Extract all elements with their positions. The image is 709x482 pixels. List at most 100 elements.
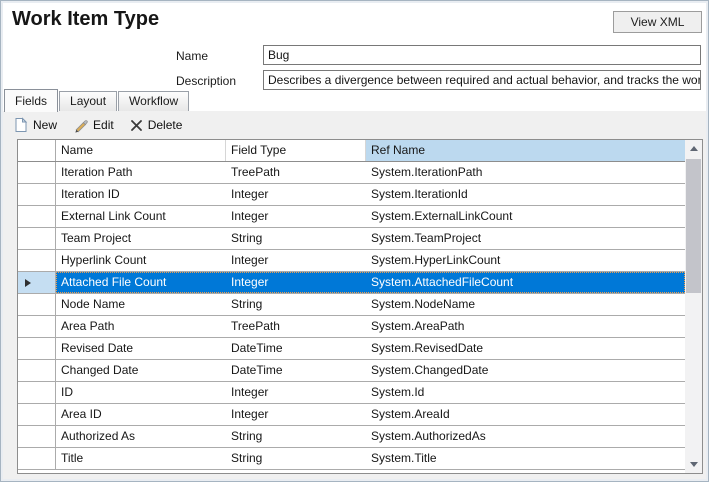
- row-header-cell[interactable]: [18, 316, 56, 337]
- field-type-cell[interactable]: TreePath: [226, 162, 366, 183]
- field-row[interactable]: Area Path TreePath System.AreaPath: [18, 316, 685, 338]
- row-cells: External Link Count Integer System.Exter…: [56, 206, 685, 227]
- field-ref-name-cell[interactable]: System.Id: [366, 382, 685, 403]
- name-input[interactable]: Bug: [263, 45, 701, 65]
- field-name-cell[interactable]: Authorized As: [56, 426, 226, 447]
- field-type-cell[interactable]: TreePath: [226, 316, 366, 337]
- field-row[interactable]: External Link Count Integer System.Exter…: [18, 206, 685, 228]
- row-cells: Changed Date DateTime System.ChangedDate: [56, 360, 685, 381]
- description-input[interactable]: Describes a divergence between required …: [263, 70, 701, 90]
- row-cells: Title String System.Title: [56, 448, 685, 469]
- new-document-icon: [14, 117, 28, 133]
- field-type-cell[interactable]: Integer: [226, 382, 366, 403]
- field-name-cell[interactable]: Title: [56, 448, 226, 469]
- scrollbar-thumb[interactable]: [686, 159, 701, 293]
- row-cells: Iteration Path TreePath System.Iteration…: [56, 162, 685, 183]
- field-row[interactable]: Iteration ID Integer System.IterationId: [18, 184, 685, 206]
- field-name-cell[interactable]: External Link Count: [56, 206, 226, 227]
- scroll-down-arrow[interactable]: [685, 456, 702, 473]
- field-ref-name-cell[interactable]: System.NodeName: [366, 294, 685, 315]
- field-name-cell[interactable]: Changed Date: [56, 360, 226, 381]
- field-name-cell[interactable]: Area Path: [56, 316, 226, 337]
- field-row[interactable]: Area ID Integer System.AreaId: [18, 404, 685, 426]
- field-name-cell[interactable]: Attached File Count: [56, 272, 226, 293]
- row-header-cell[interactable]: [18, 184, 56, 205]
- field-type-cell[interactable]: Integer: [226, 404, 366, 425]
- field-row[interactable]: ID Integer System.Id: [18, 382, 685, 404]
- field-row[interactable]: Revised Date DateTime System.RevisedDate: [18, 338, 685, 360]
- field-ref-name-cell[interactable]: System.Title: [366, 448, 685, 469]
- field-name-cell[interactable]: Iteration ID: [56, 184, 226, 205]
- field-name-cell[interactable]: Team Project: [56, 228, 226, 249]
- scroll-up-arrow[interactable]: [685, 140, 702, 157]
- row-header-cell[interactable]: [18, 228, 56, 249]
- row-cells: Node Name String System.NodeName: [56, 294, 685, 315]
- edit-pencil-icon: [73, 118, 88, 133]
- vertical-scrollbar[interactable]: [685, 140, 702, 473]
- field-ref-name-cell[interactable]: System.AreaId: [366, 404, 685, 425]
- field-row[interactable]: Team Project String System.TeamProject: [18, 228, 685, 250]
- field-ref-name-cell[interactable]: System.IterationPath: [366, 162, 685, 183]
- tab-fields[interactable]: Fields: [4, 89, 58, 112]
- new-button[interactable]: New: [11, 116, 60, 134]
- field-row[interactable]: Attached File Count Integer System.Attac…: [18, 272, 685, 294]
- delete-button[interactable]: Delete: [127, 117, 186, 133]
- field-ref-name-cell[interactable]: System.AuthorizedAs: [366, 426, 685, 447]
- field-type-cell[interactable]: Integer: [226, 272, 366, 293]
- column-header-rowheader[interactable]: [18, 140, 56, 161]
- field-row[interactable]: Changed Date DateTime System.ChangedDate: [18, 360, 685, 382]
- tab-workflow[interactable]: Workflow: [118, 91, 189, 111]
- row-header-cell[interactable]: [18, 250, 56, 271]
- row-header-cell[interactable]: [18, 426, 56, 447]
- row-header-cell[interactable]: [18, 404, 56, 425]
- field-row[interactable]: Title String System.Title: [18, 448, 685, 470]
- row-header-cell[interactable]: [18, 360, 56, 381]
- field-name-cell[interactable]: Node Name: [56, 294, 226, 315]
- row-header-cell[interactable]: [18, 206, 56, 227]
- row-header-cell[interactable]: [18, 294, 56, 315]
- field-row[interactable]: Node Name String System.NodeName: [18, 294, 685, 316]
- field-name-cell[interactable]: Area ID: [56, 404, 226, 425]
- field-ref-name-cell[interactable]: System.TeamProject: [366, 228, 685, 249]
- field-type-cell[interactable]: Integer: [226, 250, 366, 271]
- tab-layout[interactable]: Layout: [59, 91, 117, 111]
- field-type-cell[interactable]: String: [226, 448, 366, 469]
- field-type-cell[interactable]: String: [226, 294, 366, 315]
- field-row[interactable]: Iteration Path TreePath System.Iteration…: [18, 162, 685, 184]
- row-header-cell[interactable]: [18, 272, 56, 293]
- field-name-cell[interactable]: Hyperlink Count: [56, 250, 226, 271]
- field-type-cell[interactable]: DateTime: [226, 360, 366, 381]
- field-type-cell[interactable]: DateTime: [226, 338, 366, 359]
- view-xml-button[interactable]: View XML: [613, 11, 702, 33]
- row-header-cell[interactable]: [18, 338, 56, 359]
- row-header-cell[interactable]: [18, 448, 56, 469]
- field-name-cell[interactable]: Revised Date: [56, 338, 226, 359]
- row-header-cell[interactable]: [18, 382, 56, 403]
- field-type-cell[interactable]: String: [226, 426, 366, 447]
- edit-button[interactable]: Edit: [70, 117, 117, 134]
- tab-strip: Fields Layout Workflow: [4, 88, 190, 111]
- column-header-ref-name[interactable]: Ref Name: [366, 140, 685, 161]
- field-ref-name-cell[interactable]: System.AttachedFileCount: [366, 272, 685, 293]
- row-header-cell[interactable]: [18, 162, 56, 183]
- delete-button-label: Delete: [148, 118, 183, 132]
- field-type-cell[interactable]: Integer: [226, 206, 366, 227]
- row-cells: Area ID Integer System.AreaId: [56, 404, 685, 425]
- field-name-cell[interactable]: ID: [56, 382, 226, 403]
- field-ref-name-cell[interactable]: System.AreaPath: [366, 316, 685, 337]
- field-row[interactable]: Hyperlink Count Integer System.HyperLink…: [18, 250, 685, 272]
- field-ref-name-cell[interactable]: System.ExternalLinkCount: [366, 206, 685, 227]
- field-name-cell[interactable]: Iteration Path: [56, 162, 226, 183]
- field-type-cell[interactable]: String: [226, 228, 366, 249]
- down-triangle-icon: [690, 462, 698, 467]
- field-ref-name-cell[interactable]: System.IterationId: [366, 184, 685, 205]
- field-row[interactable]: Authorized As String System.AuthorizedAs: [18, 426, 685, 448]
- field-type-cell[interactable]: Integer: [226, 184, 366, 205]
- column-header-name[interactable]: Name: [56, 140, 226, 161]
- row-cells: Iteration ID Integer System.IterationId: [56, 184, 685, 205]
- column-header-field-type[interactable]: Field Type: [226, 140, 366, 161]
- field-ref-name-cell[interactable]: System.ChangedDate: [366, 360, 685, 381]
- field-ref-name-cell[interactable]: System.RevisedDate: [366, 338, 685, 359]
- row-cells: Revised Date DateTime System.RevisedDate: [56, 338, 685, 359]
- field-ref-name-cell[interactable]: System.HyperLinkCount: [366, 250, 685, 271]
